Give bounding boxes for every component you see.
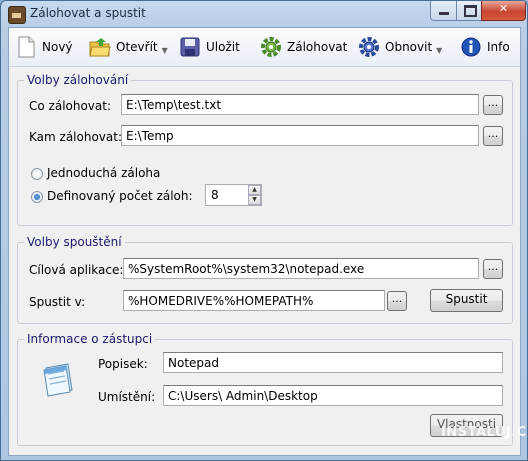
new-button[interactable]: Nový — [15, 34, 73, 60]
start-in-browse-button[interactable]: ... — [387, 291, 407, 311]
minimize-icon — [439, 12, 449, 15]
app-window: Zálohovat a spustit ✕ Nový Otevřít ▼ Ulo… — [0, 0, 528, 461]
source-label: Co zálohovat: — [29, 99, 112, 113]
open-button[interactable]: Otevřít ▼ — [89, 34, 168, 60]
notepad-icon — [43, 363, 73, 397]
backup-count-value[interactable]: 8 — [211, 188, 219, 202]
info-button[interactable]: Info — [460, 34, 510, 60]
close-icon: ✕ — [498, 2, 509, 15]
backup-button[interactable]: Zálohovat — [260, 34, 347, 60]
backup-gear-icon — [261, 37, 281, 57]
restore-dropdown-icon[interactable]: ▼ — [436, 46, 442, 55]
defined-count-label[interactable]: Definovaný počet záloh: — [47, 189, 193, 203]
window-title: Zálohovat a spustit — [30, 6, 146, 20]
client-area: Nový Otevřít ▼ Uložit Zálohovat Obnovit … — [8, 27, 521, 456]
maximize-icon — [464, 5, 477, 17]
spin-down-icon[interactable]: ▼ — [248, 195, 261, 205]
new-label: Nový — [42, 40, 73, 54]
new-document-icon — [18, 36, 35, 58]
description-label: Popisek: — [98, 357, 148, 371]
save-button[interactable]: Uložit — [179, 34, 240, 60]
destination-browse-button[interactable]: ... — [483, 126, 503, 146]
restore-button[interactable]: Obnovit ▼ — [358, 34, 442, 60]
info-icon — [461, 37, 481, 57]
save-label: Uložit — [206, 40, 240, 54]
target-browse-button[interactable]: ... — [483, 259, 503, 279]
source-browse-button[interactable]: ... — [483, 95, 503, 115]
start-in-label: Spustit v: — [29, 295, 86, 309]
restore-label: Obnovit — [385, 40, 433, 54]
target-app-label: Cílová aplikace: — [29, 263, 124, 277]
launch-options-group: Volby spouštění Cílová aplikace: %System… — [17, 235, 513, 324]
location-input[interactable]: C:\Users\ Admin\Desktop — [163, 385, 503, 406]
save-disk-icon — [180, 37, 200, 57]
backup-count-stepper[interactable]: 8 ▲ ▼ — [205, 184, 262, 206]
restore-gear-icon — [359, 37, 379, 57]
run-button[interactable]: Spustit — [430, 289, 503, 312]
info-label: Info — [487, 40, 510, 54]
simple-backup-radio[interactable] — [31, 168, 43, 180]
destination-label: Kam zálohovat: — [29, 130, 122, 144]
destination-input[interactable]: E:\Temp — [121, 125, 479, 146]
minimize-button[interactable] — [430, 1, 458, 21]
shortcut-info-group: Informace o zástupci Popisek: Notepad Um… — [17, 332, 513, 446]
backup-options-group: Volby zálohování Co zálohovat: E:\Temp\t… — [17, 73, 513, 226]
close-button[interactable]: ✕ — [481, 1, 526, 21]
launch-options-legend: Volby spouštění — [24, 235, 125, 249]
start-in-input[interactable]: %HOMEDRIVE%%HOMEPATH% — [123, 290, 385, 311]
backup-label: Zálohovat — [287, 40, 348, 54]
open-label: Otevřít — [116, 40, 158, 54]
backup-options-legend: Volby zálohování — [24, 73, 132, 87]
defined-count-radio[interactable] — [31, 191, 43, 203]
location-label: Umístění: — [98, 390, 156, 404]
simple-backup-label[interactable]: Jednoduchá záloha — [47, 166, 160, 180]
open-folder-icon — [89, 38, 111, 57]
target-app-input[interactable]: %SystemRoot%\system32\notepad.exe — [123, 258, 479, 279]
app-icon — [8, 6, 26, 24]
shortcut-info-legend: Informace o zástupci — [24, 332, 156, 346]
description-input[interactable]: Notepad — [163, 352, 503, 373]
source-input[interactable]: E:\Temp\test.txt — [121, 94, 479, 115]
watermark: INSTALUJ.CZ — [441, 425, 528, 440]
title-bar[interactable]: Zálohovat a spustit ✕ — [1, 1, 527, 27]
toolbar: Nový Otevřít ▼ Uložit Zálohovat Obnovit … — [9, 28, 520, 67]
spin-up-icon[interactable]: ▲ — [248, 185, 261, 195]
open-dropdown-icon[interactable]: ▼ — [162, 46, 168, 55]
maximize-button[interactable] — [456, 1, 483, 21]
